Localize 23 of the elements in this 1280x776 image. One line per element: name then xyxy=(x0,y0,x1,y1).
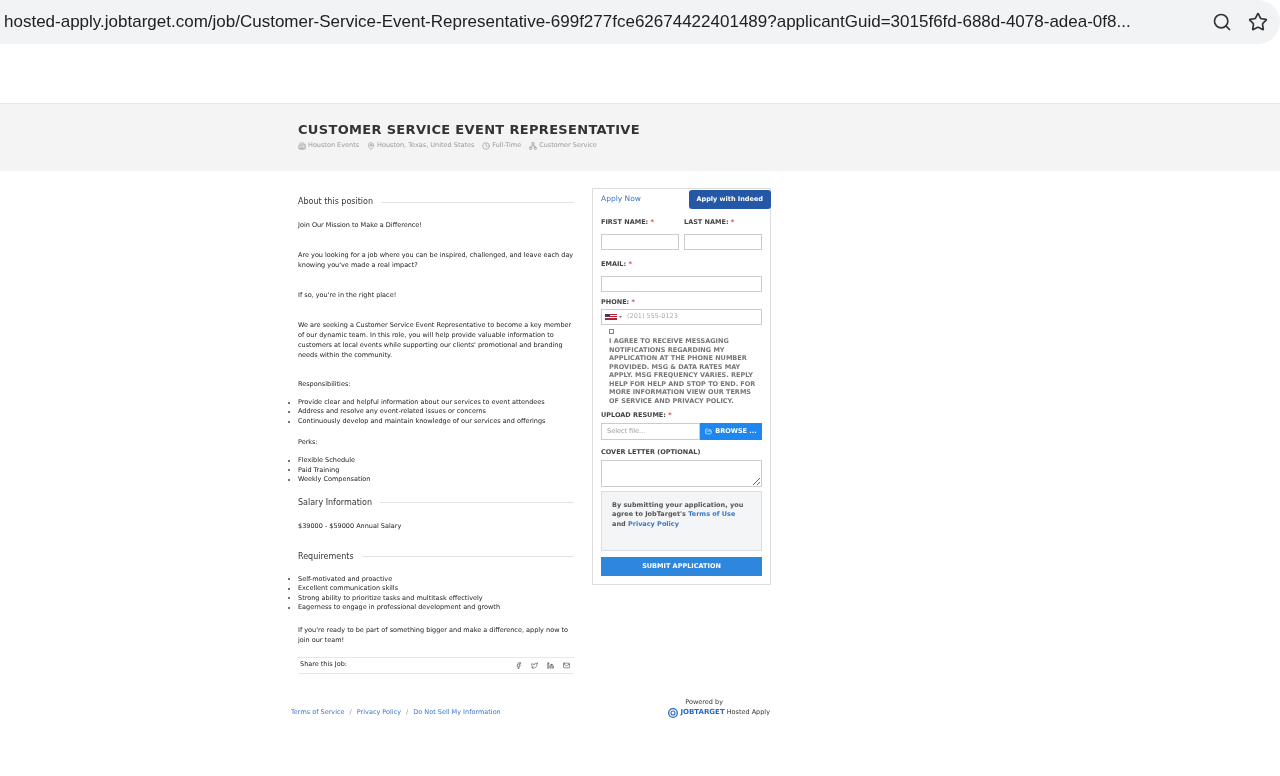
pin-icon xyxy=(367,141,376,150)
consent-checkbox[interactable] xyxy=(609,329,614,335)
first-name-field[interactable] xyxy=(601,233,679,250)
address-bar[interactable]: hosted-apply.jobtarget.com/job/Customer-Service-Event-Representative-699f277fce62674422401489?applicantGuid=3015f6fd-688d-4078-adea-0f8... xyxy=(0,0,1280,44)
email-field[interactable] xyxy=(601,275,762,292)
facebook-icon[interactable] xyxy=(515,661,522,669)
logo-icon xyxy=(668,707,679,718)
linkedin-icon[interactable] xyxy=(547,661,554,669)
job-title: CUSTOMER SERVICE EVENT REPRESENTATIVE xyxy=(298,122,641,138)
star-icon[interactable] xyxy=(1248,12,1268,32)
section-heading: Requirements xyxy=(298,550,354,563)
hierarchy-icon xyxy=(529,141,538,150)
mail-icon[interactable] xyxy=(563,661,570,669)
last-name-field[interactable] xyxy=(684,233,762,250)
search-icon[interactable] xyxy=(1212,12,1232,32)
section-heading: Salary Information xyxy=(298,496,372,509)
twitter-icon[interactable] xyxy=(531,661,538,669)
building-icon xyxy=(298,141,306,150)
folder-icon xyxy=(705,428,713,435)
cover-letter-field[interactable] xyxy=(601,459,762,487)
section-heading: About this position xyxy=(298,196,374,208)
clock-icon xyxy=(482,141,491,150)
url-text: hosted-apply.jobtarget.com/job/Customer-Service-Event-Representative-699f277fce62674422401489?applicantGuid=3015f6fd-688d-4078-adea-0f8... xyxy=(4,11,1132,34)
